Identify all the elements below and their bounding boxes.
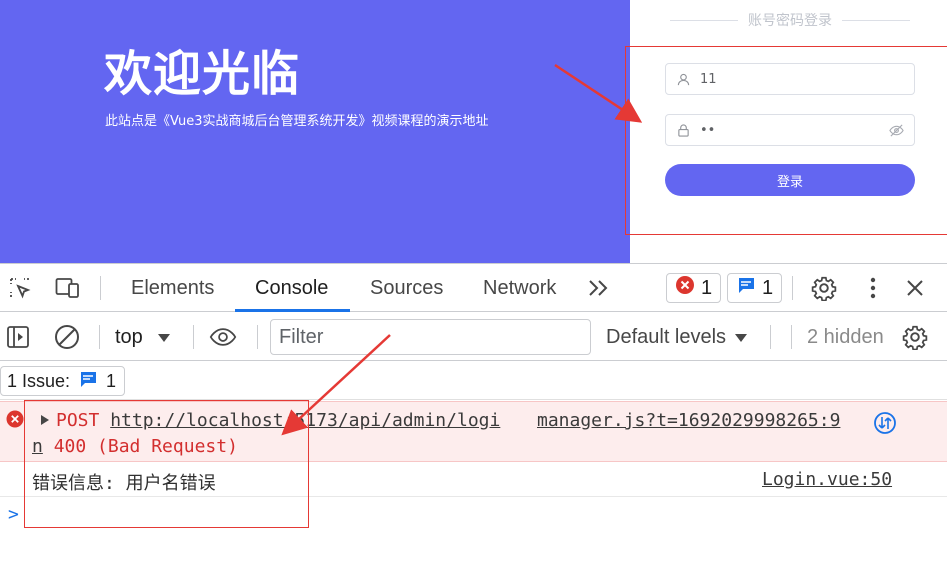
eye-off-icon[interactable] [888, 122, 904, 138]
filter-input[interactable]: Filter [270, 319, 591, 355]
error-count-badge[interactable]: 1 [666, 273, 722, 303]
devtools-tabbar: Elements Console Sources Network 1 1 [0, 264, 947, 312]
divider [670, 19, 738, 21]
tab-network[interactable]: Network [483, 264, 556, 312]
error-icon [675, 275, 695, 301]
message-icon [78, 370, 98, 393]
log-message: 错误信息: 用户名错误 [32, 473, 216, 494]
device-toggle-icon[interactable] [54, 274, 82, 302]
console-error-row: POST http://localhost:5173/api/admin/log… [0, 401, 947, 462]
error-url-link-cont[interactable]: n [32, 436, 43, 457]
console-log-row: 错误信息: 用户名错误 Login.vue:50 [0, 463, 947, 497]
active-tab-indicator [235, 309, 350, 312]
error-line: POST http://localhost:5173/api/admin/log… [40, 410, 500, 431]
kebab-menu-icon[interactable] [859, 274, 887, 302]
context-label: top [115, 325, 143, 348]
username-value: 11 [700, 71, 717, 87]
more-tabs-icon[interactable] [588, 264, 610, 312]
eye-icon[interactable] [209, 323, 237, 351]
expand-triangle-icon[interactable] [40, 410, 50, 431]
log-levels-label: Default levels [606, 325, 727, 348]
message-icon [736, 276, 756, 300]
dropdown-arrow-icon [157, 326, 171, 349]
issues-label: 1 Issue: [7, 370, 71, 391]
login-heading-text: 账号密码登录 [748, 13, 832, 29]
toolbar-separator [791, 325, 792, 349]
message-count: 1 [762, 276, 774, 299]
toolbar-separator [770, 325, 771, 349]
inspect-element-icon[interactable] [6, 274, 34, 302]
issues-button[interactable]: 1 Issue: 1 [0, 366, 126, 396]
toolbar-separator [193, 325, 194, 349]
devtools-panel: Elements Console Sources Network 1 1 top… [0, 263, 947, 568]
log-source-link[interactable]: Login.vue:50 [762, 469, 892, 490]
hero-panel: 欢迎光临 此站点是《Vue3实战商城后台管理系统开发》视频课程的演示地址 [0, 0, 630, 263]
login-heading: 账号密码登录 [670, 10, 910, 30]
toolbar-separator [792, 276, 793, 300]
login-panel: 账号密码登录 11 •• 登录 [630, 0, 947, 263]
gear-icon[interactable] [810, 274, 838, 302]
hidden-count: 2 hidden [807, 325, 884, 348]
console-prompt[interactable]: > [8, 504, 19, 525]
tab-console[interactable]: Console [255, 264, 328, 312]
hero-title: 欢迎光临 [104, 46, 301, 102]
console-settings-icon[interactable] [901, 323, 929, 351]
toolbar-separator [257, 325, 258, 349]
tab-sources[interactable]: Sources [370, 264, 443, 312]
login-button[interactable]: 登录 [665, 164, 915, 196]
context-selector[interactable]: top [115, 322, 171, 352]
error-count: 1 [701, 276, 713, 299]
user-icon [676, 72, 690, 86]
filter-placeholder: Filter [279, 325, 324, 348]
log-levels-dropdown[interactable]: Default levels [606, 322, 748, 352]
issues-count: 1 [106, 370, 117, 391]
password-value: •• [700, 122, 716, 138]
toolbar-separator [99, 325, 100, 349]
error-icon [6, 410, 24, 428]
console-toolbar: top Filter Default levels 2 hidden [0, 313, 947, 361]
sidebar-toggle-icon[interactable] [4, 323, 32, 351]
close-icon[interactable] [901, 274, 929, 302]
message-count-badge[interactable]: 1 [727, 273, 783, 303]
password-field[interactable]: •• [665, 114, 915, 146]
error-status: 400 (Bad Request) [53, 436, 238, 457]
issues-bar: 1 Issue: 1 [0, 362, 947, 400]
divider [842, 19, 910, 21]
error-source-link[interactable]: manager.js?t=1692029998265:9 [537, 410, 840, 431]
error-url-link[interactable]: http://localhost:5173/api/admin/logi [110, 410, 500, 431]
error-line-2: n 400 (Bad Request) [32, 436, 238, 457]
clear-console-icon[interactable] [53, 323, 81, 351]
dropdown-arrow-icon [734, 326, 748, 349]
username-field[interactable]: 11 [665, 63, 915, 95]
toolbar-separator [100, 276, 101, 300]
app-page: 欢迎光临 此站点是《Vue3实战商城后台管理系统开发》视频课程的演示地址 账号密… [0, 0, 947, 263]
screenshot-root: 欢迎光临 此站点是《Vue3实战商城后台管理系统开发》视频课程的演示地址 账号密… [0, 0, 947, 568]
error-method: POST [56, 410, 100, 431]
lock-icon [676, 123, 690, 137]
tab-elements[interactable]: Elements [131, 264, 214, 312]
network-request-icon[interactable] [874, 412, 896, 434]
hero-subtitle: 此站点是《Vue3实战商城后台管理系统开发》视频课程的演示地址 [105, 114, 489, 129]
